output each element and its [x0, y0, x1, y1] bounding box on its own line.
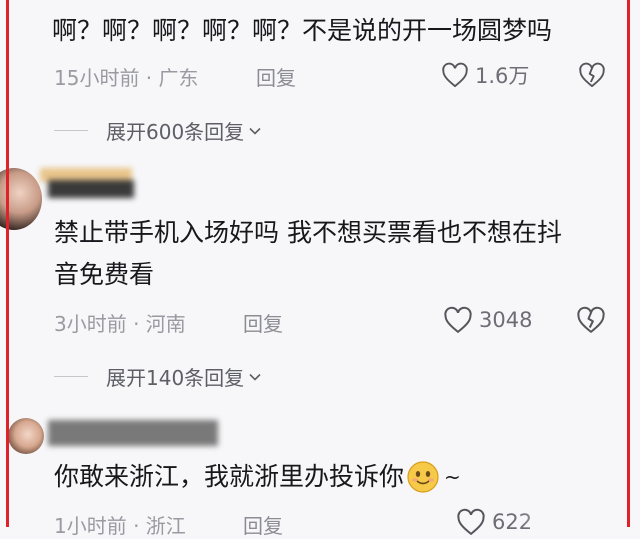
- comment-text: 你敢来浙江，我就浙里办投诉你: [54, 462, 405, 491]
- comment-text: 啊？啊？啊？啊？啊？不是说的开一场圆梦吗: [52, 16, 553, 45]
- reply-button[interactable]: 回复: [243, 308, 283, 337]
- comment-time-location: 1小时前 · 浙江: [54, 514, 186, 538]
- avatar-image: [8, 418, 44, 454]
- comment-time-location: 15小时前 · 广东: [54, 66, 199, 90]
- dislike-button[interactable]: [578, 62, 606, 92]
- avatar-image: [0, 168, 42, 230]
- like-button[interactable]: 3048: [443, 306, 532, 334]
- expand-replies-button[interactable]: 展开140条回复: [54, 362, 262, 391]
- like-button[interactable]: 1.6万: [441, 60, 529, 90]
- expand-replies-label: 展开600条回复: [106, 120, 245, 144]
- comment-text-line-1: 禁止带手机入场好吗 我不想买票看也不想在抖: [54, 218, 562, 247]
- comment-text-line-2: 音免费看: [54, 260, 155, 289]
- reply-button[interactable]: 回复: [256, 62, 296, 91]
- broken-heart-icon: [579, 62, 605, 88]
- redacted-username: [48, 420, 218, 446]
- heart-icon: [457, 508, 485, 536]
- like-count: 3048: [479, 308, 533, 332]
- comment-text-suffix: ~: [444, 465, 461, 489]
- avatar[interactable]: [0, 168, 42, 230]
- watermark-overlay: [520, 496, 630, 528]
- divider-line: [54, 129, 88, 132]
- heart-icon: [442, 62, 468, 88]
- avatar[interactable]: [8, 418, 44, 454]
- chevron-down-icon: [249, 373, 261, 381]
- heart-icon: [444, 306, 472, 334]
- comment-time-location: 3小时前 · 河南: [54, 312, 186, 336]
- like-count: 1.6万: [475, 64, 530, 88]
- dislike-button[interactable]: [576, 306, 606, 338]
- reply-button[interactable]: 回复: [243, 510, 283, 539]
- broken-heart-icon: [577, 306, 605, 333]
- redacted-username: [40, 168, 134, 198]
- divider-line: [54, 375, 88, 378]
- smile-emoji-icon: [407, 461, 439, 493]
- comment-text-row: 你敢来浙江，我就浙里办投诉你 ~: [54, 460, 461, 494]
- expand-replies-label: 展开140条回复: [106, 366, 245, 390]
- expand-replies-button[interactable]: 展开600条回复: [54, 116, 262, 145]
- chevron-down-icon: [249, 127, 261, 135]
